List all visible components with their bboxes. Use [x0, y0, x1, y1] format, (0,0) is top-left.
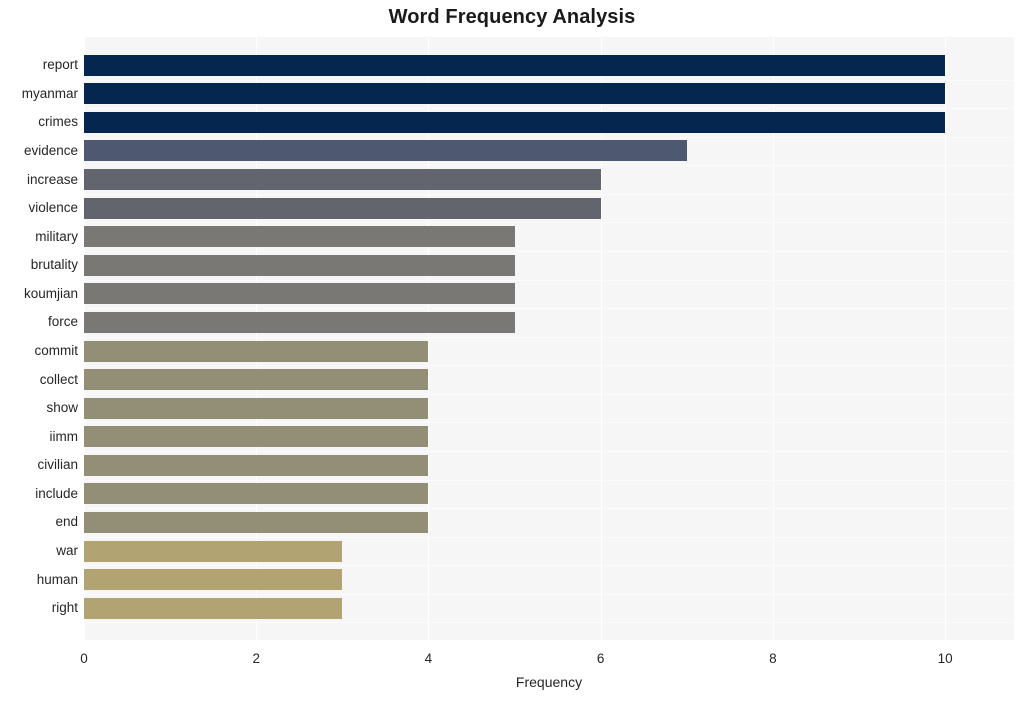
bar-report: [84, 54, 946, 76]
bar-iimm: [84, 426, 429, 448]
bar-collect: [84, 369, 429, 391]
x-axis-label: Frequency: [515, 674, 583, 690]
bar-end: [84, 511, 429, 533]
bar-brutality: [84, 254, 515, 276]
bar-myanmar: [84, 83, 946, 105]
bar-human: [84, 569, 343, 591]
gridline-horizontal: [84, 537, 1014, 538]
y-tick-label-increase: increase: [26, 171, 78, 187]
y-tick-label-end: end: [55, 514, 78, 530]
bar-commit: [84, 340, 429, 362]
y-tick-label-force: force: [47, 314, 78, 330]
x-axis: 0 2 4 6 8 10: [80, 640, 1014, 670]
y-tick-label-crimes: crimes: [38, 114, 78, 130]
gridline-horizontal: [84, 451, 1014, 452]
x-tick-label-0: 0: [80, 651, 88, 666]
y-tick-label-show: show: [46, 400, 78, 416]
gridline-horizontal: [84, 508, 1014, 509]
y-tick-label-civilian: civilian: [37, 457, 78, 473]
gridline-horizontal: [84, 337, 1014, 338]
bar-increase: [84, 169, 601, 191]
y-tick-label-right: right: [51, 600, 78, 616]
bar-include: [84, 483, 429, 505]
gridline-horizontal: [84, 308, 1014, 309]
y-tick-label-war: war: [56, 543, 78, 559]
y-tick-label-human: human: [36, 571, 78, 587]
chart-figure: Word Frequency Analysis report myanmar cri…: [0, 0, 1024, 701]
gridline-vertical: [945, 37, 947, 640]
bar-war: [84, 540, 343, 562]
x-tick-label-2: 2: [252, 651, 260, 666]
y-tick-label-commit: commit: [34, 343, 79, 358]
chart-title: Word Frequency Analysis: [388, 6, 636, 28]
gridline-horizontal: [84, 594, 1014, 595]
gridline-horizontal: [84, 251, 1014, 252]
bar-koumjian: [84, 283, 515, 305]
plot-area: [84, 37, 1014, 640]
y-tick-label-include: include: [35, 485, 78, 501]
bar-right: [84, 597, 343, 619]
y-tick-label-koumjian: koumjian: [23, 285, 78, 301]
bar-force: [84, 311, 515, 333]
gridline-horizontal: [84, 108, 1014, 109]
y-tick-label-collect: collect: [39, 371, 78, 387]
gridline-horizontal: [84, 365, 1014, 366]
y-tick-label-violence: violence: [28, 200, 78, 216]
bar-show: [84, 397, 429, 419]
y-tick-label-military: military: [35, 228, 78, 244]
gridline-horizontal: [84, 422, 1014, 423]
x-tick-label-4: 4: [424, 651, 433, 666]
x-tick-label-8: 8: [769, 651, 777, 666]
gridline-horizontal: [84, 194, 1014, 195]
y-tick-label-brutality: brutality: [30, 257, 78, 273]
bar-civilian: [84, 454, 429, 476]
bar-violence: [84, 197, 601, 219]
y-tick-label-report: report: [42, 57, 78, 73]
bar-crimes: [84, 111, 946, 133]
y-axis: report myanmar crimes evidence increase viole…: [0, 37, 78, 640]
gridline-horizontal: [84, 565, 1014, 566]
gridline-horizontal: [84, 394, 1014, 395]
gridline-horizontal: [84, 280, 1014, 281]
x-tick-label-6: 6: [596, 651, 605, 666]
bar-evidence: [84, 140, 687, 162]
gridline-horizontal: [84, 137, 1014, 138]
y-tick-label-iimm: iimm: [49, 428, 79, 444]
gridline-horizontal: [84, 480, 1014, 481]
x-tick-label-10: 10: [937, 651, 953, 666]
gridline-horizontal: [84, 622, 1014, 623]
y-tick-label-evidence: evidence: [23, 142, 78, 158]
bar-military: [84, 226, 515, 248]
gridline-horizontal: [84, 222, 1014, 223]
gridline-horizontal: [84, 165, 1014, 166]
gridline-horizontal: [84, 80, 1014, 81]
y-tick-label-myanmar: myanmar: [21, 85, 78, 101]
